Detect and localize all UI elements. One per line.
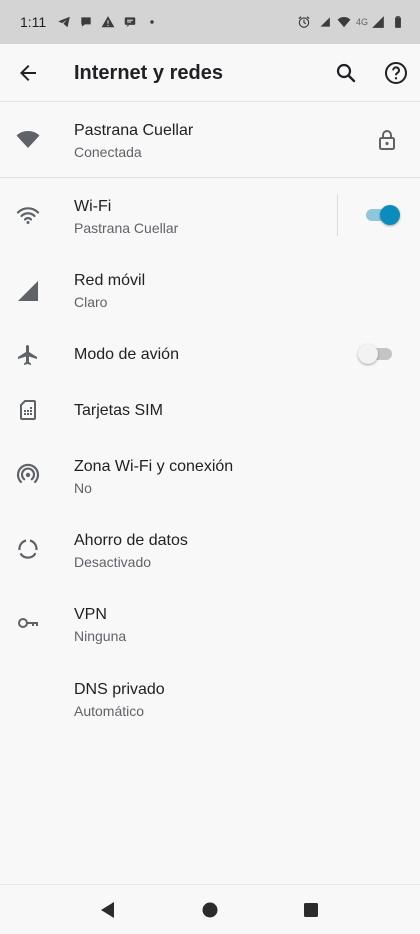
- connected-network-name: Pastrana Cuellar: [74, 122, 194, 139]
- back-arrow-icon[interactable]: [16, 61, 40, 85]
- lock-icon: [375, 128, 399, 152]
- settings-item-summary: Desactivado: [74, 554, 152, 570]
- settings-item-mobile-network[interactable]: Red móvil Claro: [0, 256, 420, 322]
- settings-item-summary: Pastrana Cuellar: [74, 220, 179, 236]
- settings-item-sim-cards[interactable]: Tarjetas SIM: [0, 386, 420, 436]
- settings-item-label: Ahorro de datos: [74, 532, 188, 549]
- chat-bubble-icon: [78, 14, 94, 30]
- settings-item-hotspot[interactable]: Zona Wi-Fi y conexión No: [0, 442, 420, 508]
- system-navigation-bar: [0, 884, 420, 934]
- status-system-icons: 4G: [296, 14, 406, 30]
- settings-item-label: VPN: [74, 606, 107, 623]
- message-icon: [122, 14, 138, 30]
- signal-bars-icon: [316, 14, 332, 30]
- battery-icon: [390, 14, 406, 30]
- settings-item-data-saver[interactable]: Ahorro de datos Desactivado: [0, 516, 420, 582]
- settings-item-private-dns[interactable]: DNS privado Automático: [0, 665, 420, 731]
- settings-item-vpn[interactable]: VPN Ninguna: [0, 590, 420, 656]
- sim-card-icon: [16, 398, 40, 422]
- settings-item-label: Red móvil: [74, 272, 146, 289]
- status-time: 1:11: [20, 14, 47, 30]
- settings-item-label: Zona Wi-Fi y conexión: [74, 458, 234, 475]
- connected-network-status: Conectada: [74, 144, 142, 160]
- settings-item-label: Wi-Fi: [74, 198, 112, 215]
- settings-item-label: DNS privado: [74, 681, 165, 698]
- vpn-key-icon: [16, 611, 40, 635]
- status-bar: 1:11 4G: [0, 0, 420, 44]
- back-triangle-icon[interactable]: [98, 900, 118, 920]
- toggle-thumb: [380, 205, 400, 225]
- connected-network-row[interactable]: Pastrana Cuellar Conectada: [0, 104, 420, 176]
- data-saver-icon: [16, 537, 40, 561]
- wifi-toggle[interactable]: [364, 205, 400, 225]
- recents-square-icon[interactable]: [301, 900, 321, 920]
- warning-icon: [100, 14, 116, 30]
- settings-item-wifi[interactable]: Wi-Fi Pastrana Cuellar: [0, 182, 420, 248]
- toggle-thumb: [358, 344, 378, 364]
- settings-item-summary: Claro: [74, 294, 108, 310]
- airplane-mode-toggle[interactable]: [358, 344, 394, 364]
- settings-item-label: Modo de avión: [74, 346, 179, 363]
- section-divider: [0, 177, 420, 178]
- wifi-filled-icon: [16, 127, 40, 151]
- app-bar: Internet y redes: [0, 44, 420, 102]
- settings-item-airplane-mode[interactable]: Modo de avión: [0, 330, 420, 380]
- settings-item-summary: Automático: [74, 703, 145, 719]
- cell-signal-icon: [370, 14, 386, 30]
- alarm-icon: [296, 14, 312, 30]
- vertical-divider: [337, 194, 338, 236]
- wifi-icon: [16, 203, 40, 227]
- wifi-icon: [336, 14, 352, 30]
- settings-item-summary: No: [74, 480, 92, 496]
- airplane-icon: [16, 343, 40, 367]
- home-circle-icon[interactable]: [200, 900, 220, 920]
- settings-item-label: Tarjetas SIM: [74, 402, 163, 419]
- status-notification-icons: [56, 14, 160, 30]
- help-icon[interactable]: [384, 61, 408, 85]
- cell-signal-icon: [16, 279, 40, 303]
- dot-icon: [144, 14, 160, 30]
- hotspot-icon: [16, 463, 40, 487]
- search-icon[interactable]: [334, 61, 358, 85]
- settings-item-summary: Ninguna: [74, 628, 127, 644]
- network-type-label: 4G: [355, 17, 368, 27]
- page-title: Internet y redes: [74, 62, 223, 84]
- telegram-icon: [56, 14, 72, 30]
